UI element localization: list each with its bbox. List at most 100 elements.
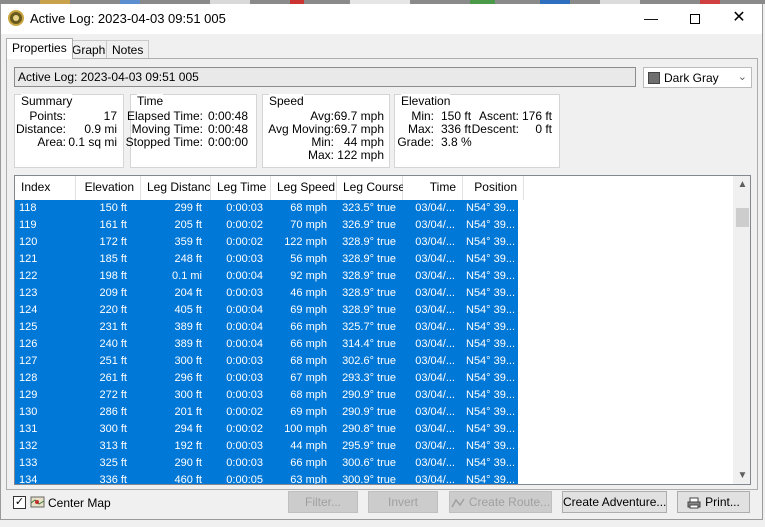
cell-elevation: 231 ft (99, 321, 127, 333)
tab-notes[interactable]: Notes (106, 40, 150, 58)
speed-group: Speed Avg: 69.7 mph Avg Moving: 69.7 mph… (262, 94, 390, 168)
grade-label: Grade: (397, 135, 434, 149)
descent-label: Descent: (471, 122, 519, 136)
table-row[interactable]: 128 261 ft 296 ft 0:00:03 67 mph 293.3° true 0… (15, 370, 518, 387)
column-header-elevation[interactable]: Elevation (76, 176, 141, 200)
create-adventure-button[interactable]: Create Adventure... (562, 491, 667, 513)
cell-index: 119 (19, 219, 37, 231)
printer-icon (687, 497, 701, 509)
column-header-leg-course[interactable]: Leg Course (337, 176, 405, 200)
tab-properties[interactable]: Properties (6, 38, 73, 59)
table-row[interactable]: 134 336 ft 460 ft 0:00:05 63 mph 300.9° true 0… (15, 472, 518, 485)
cell-elevation: 209 ft (99, 287, 127, 299)
cell-leg-distance: 296 ft (174, 372, 202, 384)
column-header-index[interactable]: Index (15, 176, 76, 200)
cell-leg-course: 326.9° true (342, 219, 396, 231)
maximize-button[interactable] (673, 4, 717, 32)
max-speed-label: Max: (307, 148, 334, 162)
table-row[interactable]: 120 172 ft 359 ft 0:00:02 122 mph 328.9° true… (15, 234, 518, 251)
cell-time: 03/04/... (415, 202, 455, 214)
minimize-icon: — (644, 10, 658, 26)
column-header-time[interactable]: Time (403, 176, 463, 200)
cell-leg-course: 328.9° true (342, 270, 396, 282)
create-route-button[interactable]: Create Route... (449, 491, 552, 513)
cell-leg-time: 0:00:03 (226, 457, 263, 469)
cell-leg-course: 290.9° true (342, 406, 396, 418)
table-row[interactable]: 119 161 ft 205 ft 0:00:02 70 mph 326.9° true 0… (15, 217, 518, 234)
elevation-title: Elevation (401, 94, 451, 108)
cell-leg-time: 0:00:02 (226, 236, 263, 248)
cell-leg-distance: 204 ft (174, 287, 202, 299)
cell-index: 118 (19, 202, 37, 214)
print-button[interactable]: Print... (677, 491, 750, 513)
table-row[interactable]: 123 209 ft 204 ft 0:00:03 46 mph 328.9° true 0… (15, 285, 518, 302)
column-header-leg-speed[interactable]: Leg Speed (271, 176, 337, 200)
close-button[interactable]: ✕ (717, 4, 761, 32)
cell-leg-speed: 68 mph (290, 355, 327, 367)
column-header-leg-distance[interactable]: Leg Distance (141, 176, 217, 200)
table-row[interactable]: 124 220 ft 405 ft 0:00:04 69 mph 328.9° true 0… (15, 302, 518, 319)
min-speed-label: Min: (311, 135, 334, 149)
scrollbar-thumb[interactable] (736, 208, 749, 227)
cell-leg-speed: 100 mph (284, 423, 327, 435)
avg-moving-speed-label: Avg Moving: (268, 122, 334, 136)
cell-index: 124 (19, 304, 38, 316)
cell-leg-distance: 248 ft (174, 253, 202, 265)
center-map-icon (30, 496, 45, 508)
cell-index: 132 (19, 440, 38, 452)
ascent-label: Ascent: (478, 109, 519, 123)
column-header-position[interactable]: Position (463, 176, 524, 200)
table-row[interactable]: 121 185 ft 248 ft 0:00:03 56 mph 328.9° true 0… (15, 251, 518, 268)
table-row[interactable]: 122 198 ft 0.1 mi 0:00:04 92 mph 328.9° true 0… (15, 268, 518, 285)
summary-title: Summary (21, 94, 73, 108)
cell-leg-time: 0:00:03 (226, 355, 263, 367)
table-row[interactable]: 133 325 ft 290 ft 0:00:03 66 mph 300.6° true 0… (15, 455, 518, 472)
color-dropdown[interactable]: Dark Gray ⌄ (643, 67, 752, 88)
app-log-icon (8, 10, 24, 26)
cell-elevation: 251 ft (99, 355, 127, 367)
table-row[interactable]: 132 313 ft 192 ft 0:00:03 44 mph 295.9° true 0… (15, 438, 518, 455)
checkbox-checked-icon[interactable]: ✓ (13, 496, 26, 509)
min-speed-value: 44 mph (343, 135, 384, 149)
table-row[interactable]: 130 286 ft 201 ft 0:00:02 69 mph 290.9° true 0… (15, 404, 518, 421)
cell-elevation: 336 ft (99, 474, 127, 485)
cell-leg-speed: 46 mph (290, 287, 327, 299)
invert-button[interactable]: Invert (368, 491, 438, 513)
scroll-up-icon[interactable]: ▲ (734, 176, 750, 193)
cell-leg-course: 295.9° true (342, 440, 396, 452)
table-row[interactable]: 131 300 ft 294 ft 0:00:02 100 mph 290.8° true… (15, 421, 518, 438)
moving-time-label: Moving Time: (131, 122, 203, 136)
tab-graph[interactable]: Graph (66, 40, 112, 58)
cell-leg-distance: 299 ft (174, 202, 202, 214)
table-row[interactable]: 118 150 ft 299 ft 0:00:03 68 mph 323.5° true 0… (15, 200, 518, 217)
table-row[interactable]: 126 240 ft 389 ft 0:00:04 66 mph 314.4° true 0… (15, 336, 518, 353)
table-row[interactable]: 125 231 ft 389 ft 0:00:04 66 mph 325.7° true 0… (15, 319, 518, 336)
scroll-down-icon[interactable]: ▼ (734, 467, 750, 484)
cell-leg-distance: 201 ft (174, 406, 202, 418)
summary-group: Summary Points: 17 Distance: 0.9 mi Area… (14, 94, 124, 168)
cell-index: 123 (19, 287, 38, 299)
cell-position: N54° 39... (466, 474, 516, 485)
cell-leg-speed: 69 mph (290, 304, 327, 316)
cell-time: 03/04/... (415, 406, 455, 418)
cell-position: N54° 39... (466, 202, 516, 214)
cell-leg-course: 325.7° true (342, 321, 396, 333)
title-bar[interactable]: Active Log: 2023-04-03 09:51 005 — ✕ (1, 4, 762, 34)
cell-leg-course: 328.9° true (342, 253, 396, 265)
filter-button[interactable]: Filter... (288, 491, 358, 513)
table-row[interactable]: 127 251 ft 300 ft 0:00:03 68 mph 302.6° true 0… (15, 353, 518, 370)
elevation-max-label: Max: (407, 122, 434, 136)
cell-elevation: 286 ft (99, 406, 127, 418)
cell-elevation: 240 ft (99, 338, 127, 350)
cell-elevation: 300 ft (99, 423, 127, 435)
cell-leg-speed: 63 mph (290, 474, 327, 485)
log-name-field[interactable]: Active Log: 2023-04-03 09:51 005 (14, 67, 636, 87)
minimize-button[interactable]: — (629, 4, 673, 32)
cell-leg-time: 0:00:02 (226, 219, 263, 231)
table-row[interactable]: 129 272 ft 300 ft 0:00:03 68 mph 290.9° true 0… (15, 387, 518, 404)
column-header-leg-time[interactable]: Leg Time (211, 176, 271, 200)
cell-index: 128 (19, 372, 38, 384)
cell-elevation: 185 ft (99, 253, 127, 265)
cell-leg-course: 328.9° true (342, 236, 396, 248)
vertical-scrollbar[interactable]: ▲ ▼ (733, 176, 750, 484)
